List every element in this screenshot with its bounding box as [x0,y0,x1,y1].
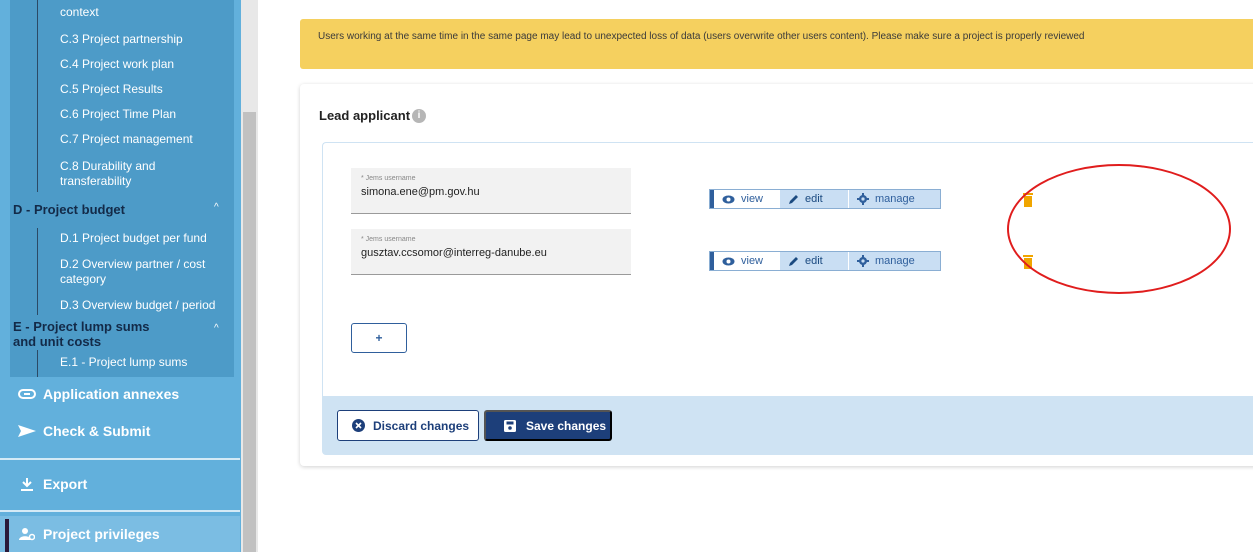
sidebar-divider [0,510,240,512]
username-field[interactable]: * Jems username [351,168,631,214]
chevron-up-icon[interactable]: ^ [214,202,219,213]
sidebar-item-c2-context[interactable]: context [60,5,99,19]
sidebar-section-e[interactable]: E - Project lump sums [13,320,150,334]
users-cog-icon [17,527,37,541]
permission-manage-label: manage [875,255,915,267]
sidebar-item-application-annexes[interactable]: Application annexes [0,376,240,412]
lead-applicant-card: Lead applicant i * Jems username view ed… [300,84,1253,466]
form-actions-bar: Discard changes Save changes [322,397,1253,455]
sidebar-section-d[interactable]: D - Project budget [13,203,125,217]
sidebar-item-label: Project privileges [43,526,160,542]
sidebar-item-c8-cont[interactable]: transferability [60,174,131,188]
sidebar-item-c8[interactable]: C.8 Durability and [60,159,155,173]
discard-changes-button[interactable]: Discard changes [337,410,479,441]
permission-view-button[interactable]: view [710,190,780,208]
tree-line [37,228,38,315]
floppy-disk-icon [504,419,516,432]
main-content: Users working at the same time in the sa… [258,0,1253,552]
info-icon[interactable]: i [412,108,427,123]
username-input[interactable] [361,247,621,259]
save-changes-label: Save changes [526,418,607,433]
trash-icon [1023,255,1033,269]
pencil-icon [789,256,798,266]
permission-view-button[interactable]: view [710,252,780,270]
sidebar-item-c3[interactable]: C.3 Project partnership [60,32,183,46]
sidebar-item-d3[interactable]: D.3 Overview budget / period [60,298,215,312]
permission-manage-button[interactable]: manage [848,252,940,270]
permission-edit-button[interactable]: edit [780,252,848,270]
sidebar-item-d1[interactable]: D.1 Project budget per fund [60,231,207,245]
sidebar-item-d2-cont[interactable]: category [60,272,106,286]
chevron-up-icon[interactable]: ^ [214,323,219,334]
download-icon [17,477,37,491]
trash-icon [1023,193,1033,207]
sidebar-section-e-cont[interactable]: and unit costs [13,335,101,349]
permission-manage-label: manage [875,193,915,205]
sidebar-item-check-submit[interactable]: Check & Submit [0,413,240,449]
username-field-label: * Jems username [361,236,416,243]
concurrency-warning: Users working at the same time in the sa… [300,19,1253,69]
tree-line [37,0,38,192]
eye-icon [722,195,735,203]
permission-toggle[interactable]: view edit manage [709,189,941,209]
permission-edit-button[interactable]: edit [780,190,848,208]
users-panel: * Jems username view edit manage [322,142,1253,397]
sidebar-item-c6[interactable]: C.6 Project Time Plan [60,107,176,121]
sidebar-item-export[interactable]: Export [0,466,240,502]
eye-icon [722,257,735,265]
gear-icon [857,193,869,205]
sidebar-item-label: Application annexes [43,386,180,402]
permission-manage-button[interactable]: manage [848,190,940,208]
gear-icon [857,255,869,267]
tree-line [37,350,38,377]
sidebar-item-project-privileges[interactable]: Project privileges [0,516,240,552]
permission-toggle[interactable]: view edit manage [709,251,941,271]
username-field[interactable]: * Jems username [351,229,631,275]
sidebar-item-c7[interactable]: C.7 Project management [60,132,193,146]
delete-user-button[interactable] [1023,193,1033,212]
sidebar-item-label: Export [43,476,88,492]
send-icon [17,424,37,438]
section-title-text: Lead applicant [319,108,411,123]
save-changes-button[interactable]: Save changes [484,410,612,441]
username-input[interactable] [361,186,621,198]
section-title: Lead applicant i [319,108,427,123]
sidebar: context C.3 Project partnership C.4 Proj… [0,0,258,552]
sidebar-item-e1[interactable]: E.1 - Project lump sums [60,355,187,369]
permission-edit-label: edit [805,193,823,205]
sidebar-scrollbar-thumb[interactable] [243,112,256,552]
permission-view-label: view [741,255,764,267]
sidebar-item-d2[interactable]: D.2 Overview partner / cost [60,257,205,271]
paperclip-icon [17,389,37,399]
active-indicator [5,519,9,552]
username-field-label: * Jems username [361,175,416,182]
permission-edit-label: edit [805,255,823,267]
sidebar-item-c4[interactable]: C.4 Project work plan [60,57,174,71]
pencil-icon [789,194,798,204]
close-circle-icon [352,419,365,432]
sidebar-item-c5[interactable]: C.5 Project Results [60,82,163,96]
add-user-button[interactable]: + [351,323,407,353]
delete-user-button[interactable] [1023,255,1033,274]
sidebar-divider [0,458,240,460]
sidebar-item-label: Check & Submit [43,423,151,439]
permission-view-label: view [741,193,764,205]
discard-changes-label: Discard changes [373,418,470,433]
sidebar-tree: context C.3 Project partnership C.4 Proj… [10,0,234,377]
